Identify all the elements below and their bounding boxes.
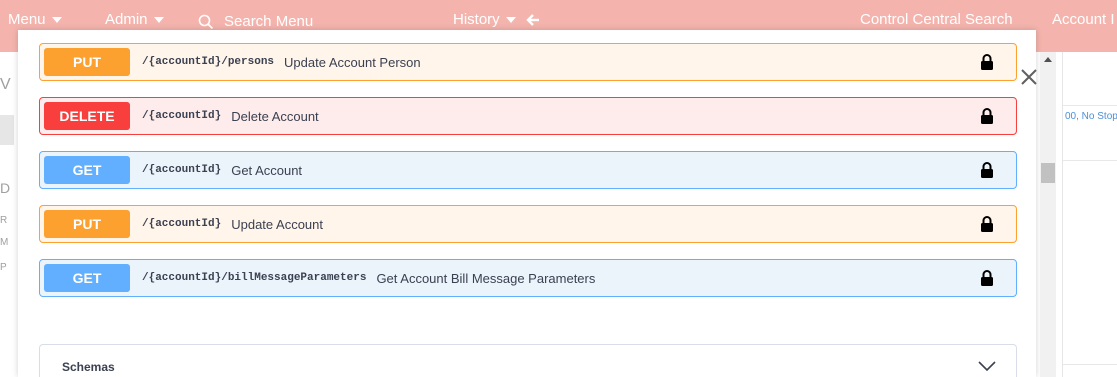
background-divider <box>1063 160 1117 161</box>
lock-icon[interactable] <box>980 269 994 287</box>
background-glyph: P <box>0 262 7 273</box>
operation-summary: Update Account <box>231 216 324 232</box>
menu-dropdown[interactable]: Menu <box>8 11 62 28</box>
admin-chevron-down-icon <box>153 16 164 23</box>
scrollbar-thumb[interactable] <box>1041 163 1055 183</box>
operation-path: /{accountId} <box>142 218 222 230</box>
method-badge: PUT <box>44 210 130 238</box>
background-divider <box>1063 105 1117 106</box>
background-page-left: V D R M P <box>0 52 18 377</box>
operation-summary: Get Account <box>231 162 303 178</box>
operation-summary: Update Account Person <box>284 54 421 70</box>
operation-path: /{accountId}/billMessageParameters <box>142 272 367 284</box>
account-label: Account I <box>1052 11 1115 28</box>
background-glyph: R <box>0 215 8 226</box>
method-badge: GET <box>44 264 130 292</box>
schemas-label: Schemas <box>62 360 115 374</box>
operation-put-account-persons[interactable]: PUT /{accountId}/persons Update Account … <box>39 43 1017 81</box>
operation-get-bill-message-parameters[interactable]: GET /{accountId}/billMessageParameters G… <box>39 259 1017 297</box>
control-central-search-link[interactable]: Control Central Search <box>860 11 1013 28</box>
schemas-section[interactable]: Schemas <box>39 344 1017 377</box>
background-glyph: M <box>0 237 9 248</box>
lock-icon[interactable] <box>980 161 994 179</box>
menu-label: Menu <box>8 11 46 28</box>
control-central-label: Control Central Search <box>860 11 1013 28</box>
operation-put-account[interactable]: PUT /{accountId} Update Account <box>39 205 1017 243</box>
lock-icon[interactable] <box>980 53 994 71</box>
background-glyph: D <box>0 180 11 196</box>
history-label: History <box>453 11 500 28</box>
back-arrow-icon[interactable] <box>525 13 540 26</box>
menu-chevron-down-icon <box>51 16 62 23</box>
modal-scrollbar[interactable] <box>1040 52 1056 377</box>
operation-path: /{accountId} <box>142 164 222 176</box>
search-input[interactable] <box>224 13 404 30</box>
method-badge: PUT <box>44 48 130 76</box>
background-page-right: 00, No Stop <box>1062 52 1117 377</box>
history-chevron-down-icon <box>505 16 516 23</box>
account-link[interactable]: Account I <box>1052 11 1115 28</box>
operation-path: /{accountId} <box>142 110 222 122</box>
method-badge: DELETE <box>44 102 130 130</box>
operation-summary: Get Account Bill Message Parameters <box>376 270 596 286</box>
lock-icon[interactable] <box>980 215 994 233</box>
admin-dropdown[interactable]: Admin <box>105 11 164 28</box>
background-glyph: V <box>0 76 11 93</box>
close-icon[interactable] <box>1018 66 1040 88</box>
admin-label: Admin <box>105 11 148 28</box>
scroll-up-arrow-icon[interactable] <box>1044 57 1052 62</box>
history-dropdown[interactable]: History <box>453 11 540 28</box>
chevron-down-icon[interactable] <box>978 361 996 371</box>
background-text: 00, No Stop <box>1065 111 1117 122</box>
method-badge: GET <box>44 156 130 184</box>
background-divider <box>1063 364 1117 365</box>
operation-get-account[interactable]: GET /{accountId} Get Account <box>39 151 1017 189</box>
operation-summary: Delete Account <box>231 108 319 124</box>
api-docs-modal: PUT /{accountId}/persons Update Account … <box>18 30 1036 377</box>
background-bar <box>0 115 14 145</box>
lock-icon[interactable] <box>980 107 994 125</box>
operation-delete-account[interactable]: DELETE /{accountId} Delete Account <box>39 97 1017 135</box>
operation-path: /{accountId}/persons <box>142 56 275 68</box>
search-icon <box>198 14 214 29</box>
